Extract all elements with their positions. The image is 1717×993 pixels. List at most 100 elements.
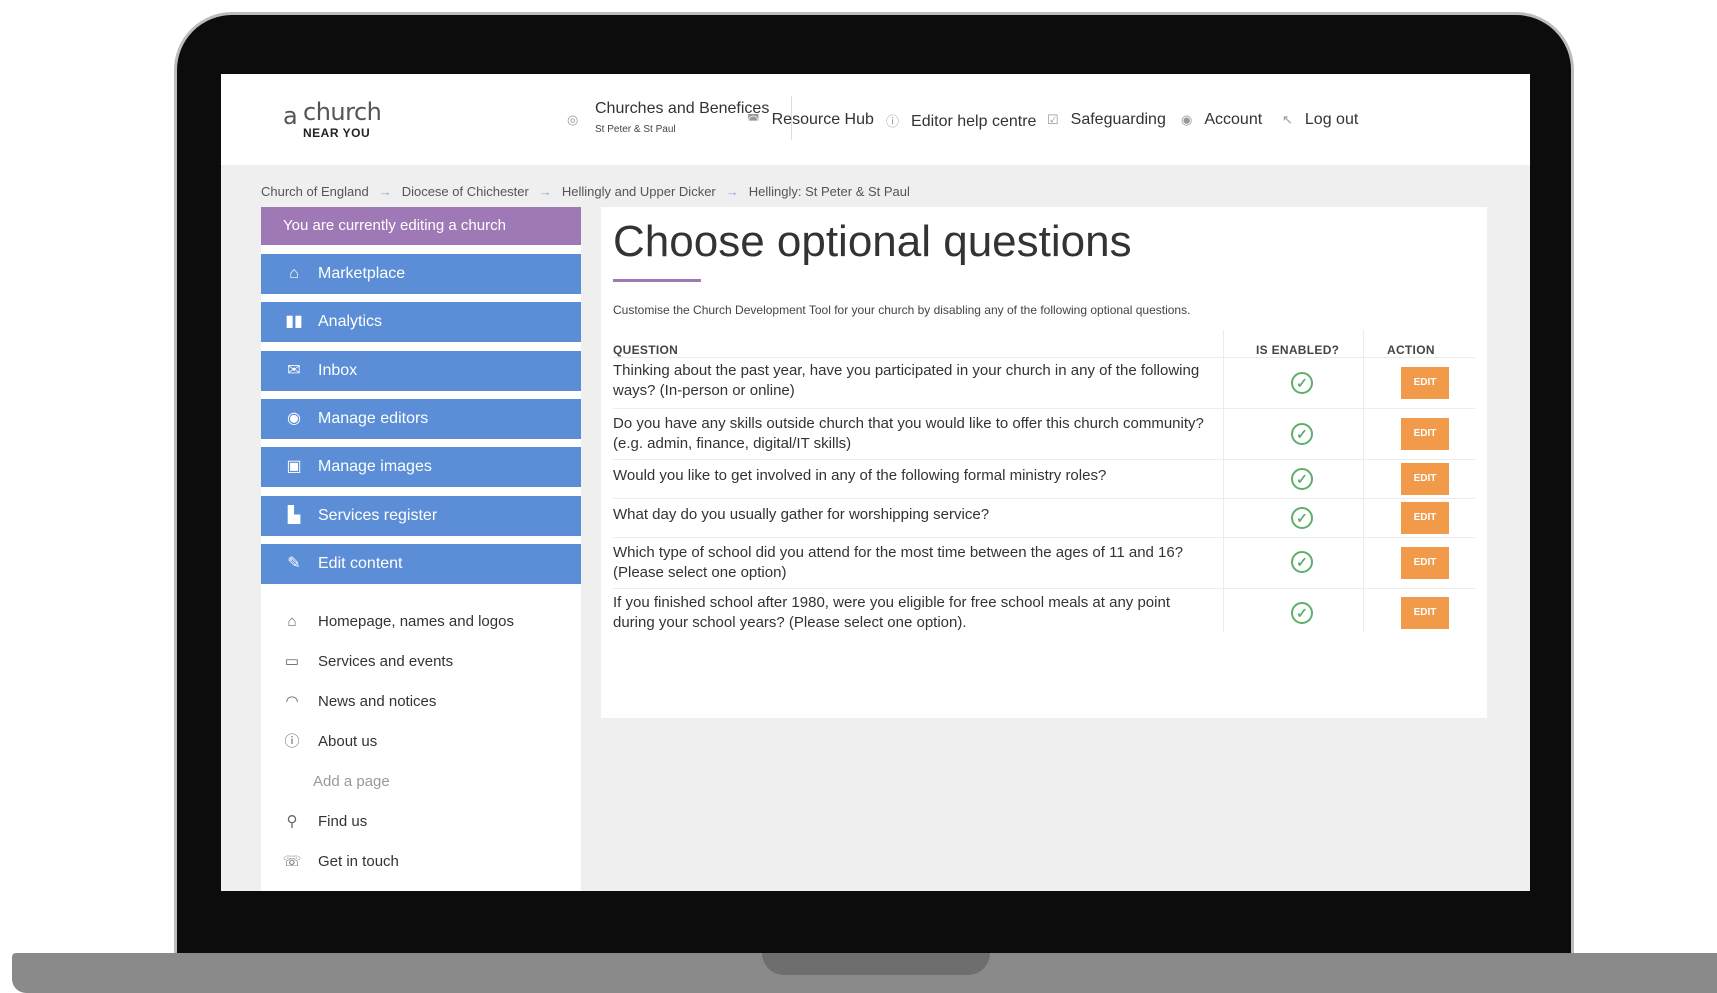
nav-account-label: Account: [1204, 111, 1263, 128]
arrow-right-icon: →: [725, 184, 739, 199]
nav-account[interactable]: ◉ Account: [1181, 111, 1262, 129]
table-row: Thinking about the past year, have you p…: [613, 357, 1475, 409]
home-icon: ⌂: [287, 613, 297, 630]
editing-notice: You are currently editing a church: [261, 207, 581, 245]
arrow-right-icon: →: [378, 184, 392, 199]
sidebar-item-manage-images[interactable]: ▣ Manage images: [261, 447, 581, 487]
sidebar-item-label: Services register: [318, 507, 438, 524]
nav-log-out[interactable]: ↖ Log out: [1282, 111, 1358, 129]
logo-tagline: NEAR YOU: [303, 126, 371, 140]
church-switcher-subtitle: St Peter & St Paul: [595, 124, 676, 135]
question-text: Do you have any skills outside church th…: [613, 415, 1204, 452]
edit-button[interactable]: EDIT: [1401, 418, 1449, 450]
column-header-enabled: IS ENABLED?: [1256, 343, 1340, 357]
map-pin-icon: ⚲: [286, 813, 298, 830]
subnav-label: Homepage, names and logos: [318, 613, 514, 630]
edit-button[interactable]: EDIT: [1401, 367, 1449, 399]
question-text: Thinking about the past year, have you p…: [613, 362, 1200, 399]
images-icon: ▣: [286, 458, 302, 475]
church-icon: ◎: [567, 112, 579, 127]
file-icon: ▙: [287, 507, 301, 524]
subnav-add-page[interactable]: Add a page: [261, 767, 581, 797]
sidebar-item-label: Edit content: [318, 555, 403, 572]
sidebar-item-label: Inbox: [318, 362, 358, 379]
breadcrumb-item[interactable]: Church of England: [261, 184, 369, 199]
subnav-label: Add a page: [313, 773, 390, 790]
sidebar-item-label: Manage editors: [318, 410, 429, 427]
question-text: Would you like to get involved in any of…: [613, 467, 1107, 484]
info-icon: ⓘ: [284, 733, 300, 750]
app-screen: a church NEAR YOU ◎ Churches and Benefic…: [221, 74, 1530, 891]
sidebar-item-label: Marketplace: [318, 265, 406, 282]
table-row: If you finished school after 1980, were …: [613, 588, 1475, 640]
edit-button[interactable]: EDIT: [1401, 597, 1449, 629]
basket-icon: ⌂: [289, 265, 299, 282]
breadcrumb-item[interactable]: Diocese of Chichester: [402, 184, 529, 199]
phone-icon: ☏: [282, 853, 302, 870]
subnav-label: Services and events: [318, 653, 454, 670]
nav-editor-help-label: Editor help centre: [911, 113, 1037, 130]
subnav-get-in-touch[interactable]: ☏ Get in touch: [261, 847, 581, 877]
broadcast-icon: ◠: [285, 693, 299, 710]
check-circle-icon: ✓: [1291, 423, 1313, 445]
subnav-label: About us: [318, 733, 378, 750]
sidebar-item-analytics[interactable]: ▮▮ Analytics: [261, 302, 581, 342]
column-header-action: ACTION: [1387, 343, 1435, 357]
breadcrumb: Church of England → Diocese of Chichester →…: [261, 184, 910, 199]
sidebar-item-services-register[interactable]: ▙ Services register: [261, 496, 581, 536]
arrow-right-icon: →: [538, 184, 552, 199]
nav-resource-hub-label: Resource Hub: [771, 111, 874, 128]
edit-button[interactable]: EDIT: [1401, 463, 1449, 495]
check-circle-icon: ✓: [1291, 372, 1313, 394]
checkbox-icon: ☑: [1047, 112, 1059, 127]
sidebar-item-edit-content[interactable]: ✎ Edit content: [261, 544, 581, 584]
check-circle-icon: ✓: [1291, 602, 1313, 624]
subnav-about-us[interactable]: ⓘ About us: [261, 727, 581, 757]
title-underline: [613, 279, 701, 282]
user-circle-icon: ◉: [287, 410, 301, 427]
sidebar: You are currently editing a church ⌂ Mark…: [261, 207, 581, 891]
nav-editor-help[interactable]: ⓘ Editor help centre: [886, 111, 1036, 131]
user-icon: ◉: [1181, 112, 1193, 127]
edit-button[interactable]: EDIT: [1401, 547, 1449, 579]
subnav-label: Find us: [318, 813, 368, 830]
sidebar-item-marketplace[interactable]: ⌂ Marketplace: [261, 254, 581, 294]
subnav-label: News and notices: [318, 693, 437, 710]
table-row: Which type of school did you attend for …: [613, 537, 1475, 589]
nav-resource-hub[interactable]: ◚ Resource Hub: [747, 111, 874, 129]
bar-chart-icon: ▮▮: [285, 313, 303, 330]
nav-safeguarding[interactable]: ☑ Safeguarding: [1047, 111, 1166, 129]
check-circle-icon: ✓: [1291, 551, 1313, 573]
question-text: Which type of school did you attend for …: [613, 544, 1184, 581]
subnav-news-notices[interactable]: ◠ News and notices: [261, 687, 581, 717]
question-text: If you finished school after 1980, were …: [613, 594, 1170, 631]
question-text: What day do you usually gather for worsh…: [613, 506, 990, 523]
laptop-notch: [762, 953, 990, 975]
breadcrumb-item[interactable]: Hellingly and Upper Dicker: [562, 184, 716, 199]
main-content: Choose optional questions Customise the …: [601, 207, 1487, 718]
breadcrumb-item-current: Hellingly: St Peter & St Paul: [748, 184, 910, 199]
logo-word: church: [303, 98, 382, 126]
sidebar-item-manage-editors[interactable]: ◉ Manage editors: [261, 399, 581, 439]
pencil-icon: ✎: [287, 555, 301, 572]
sidebar-item-inbox[interactable]: ✉ Inbox: [261, 351, 581, 391]
book-icon: ◚: [747, 112, 760, 127]
subnav-label: Get in touch: [318, 853, 399, 870]
calendar-icon: ▭: [284, 653, 300, 670]
church-switcher-title: Churches and Benefices: [595, 100, 770, 117]
nav-safeguarding-label: Safeguarding: [1070, 111, 1166, 128]
subnav-find-us[interactable]: ⚲ Find us: [261, 807, 581, 837]
subnav-services-events[interactable]: ▭ Services and events: [261, 647, 581, 677]
logout-icon: ↖: [1282, 112, 1293, 127]
subnav-homepage[interactable]: ⌂ Homepage, names and logos: [261, 607, 581, 637]
table-row: Would you like to get involved in any of…: [613, 459, 1475, 499]
help-icon: ⓘ: [886, 114, 900, 129]
check-circle-icon: ✓: [1291, 507, 1313, 529]
envelope-icon: ✉: [287, 362, 301, 379]
top-navigation: a church NEAR YOU ◎ Churches and Benefic…: [221, 74, 1530, 165]
edit-button[interactable]: EDIT: [1401, 502, 1449, 534]
sidebar-item-label: Analytics: [318, 313, 383, 330]
sidebar-item-label: Manage images: [318, 458, 432, 475]
table-row: Do you have any skills outside church th…: [613, 408, 1475, 460]
site-logo[interactable]: a church NEAR YOU: [283, 94, 393, 148]
